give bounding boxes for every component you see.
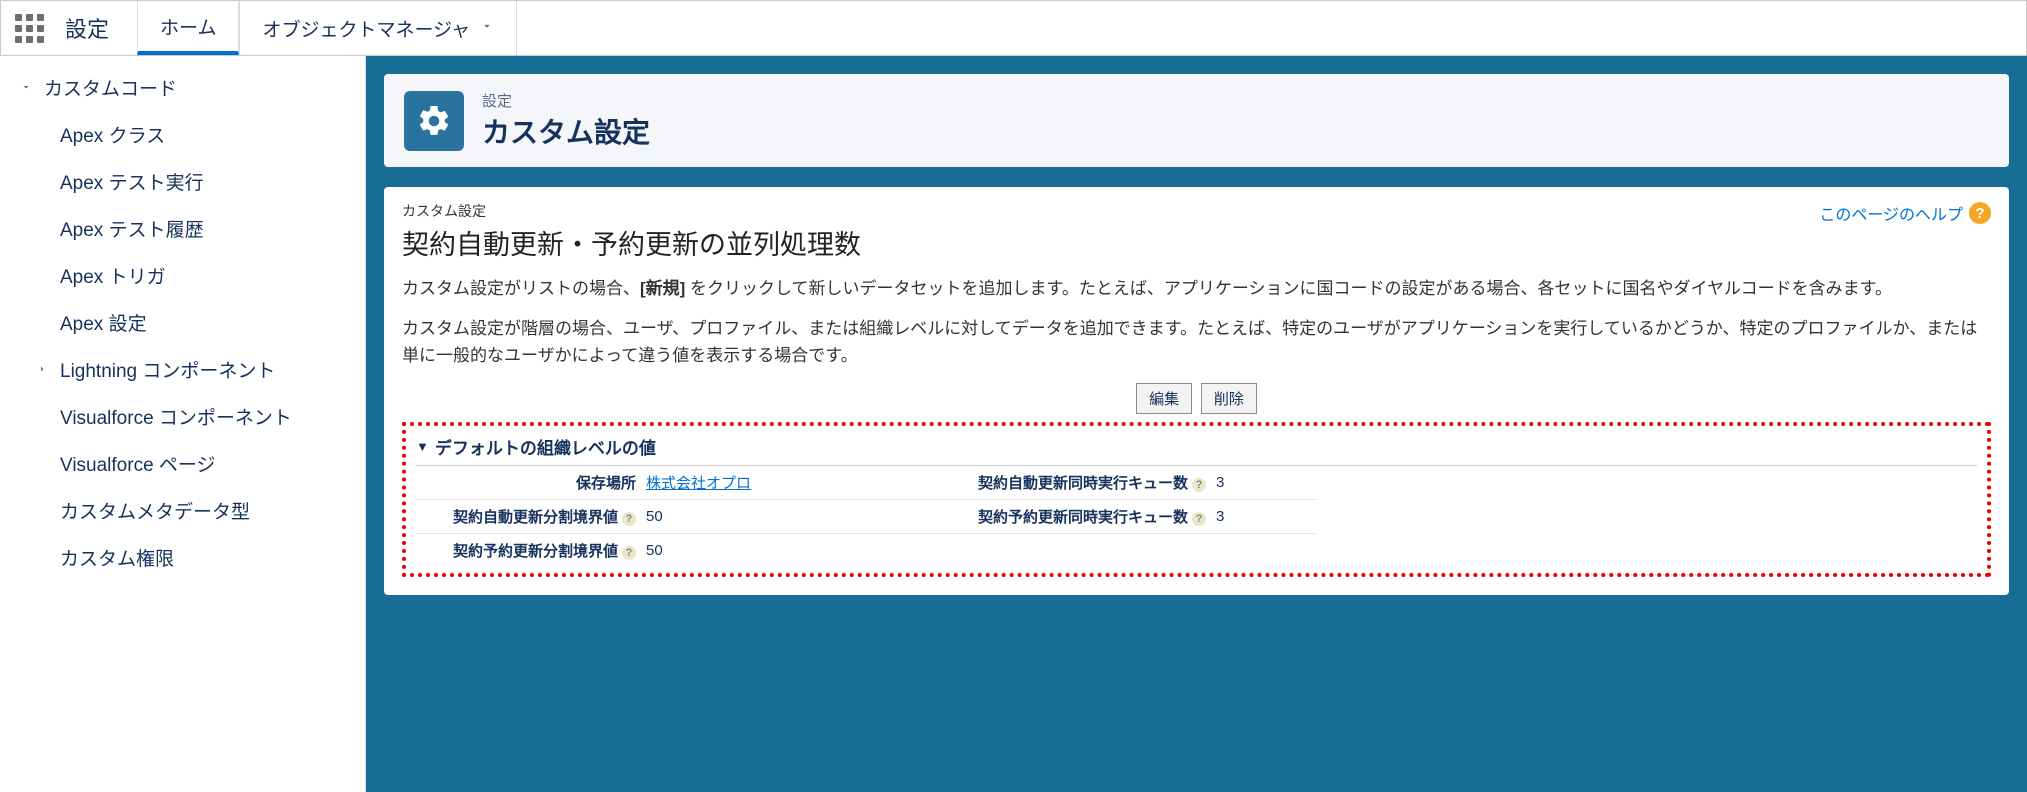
field-value-reserve-queue: 3 [1216,508,1316,525]
sidebar-item[interactable]: Apex クラス [0,111,365,158]
field-value-auto-split: 50 [646,508,926,525]
sidebar-parent-custom-code[interactable]: カスタムコード [0,64,365,111]
topbar-title: 設定 [57,12,137,44]
topbar: 設定 ホーム オブジェクトマネージャ [0,0,2027,56]
header-eyebrow: 設定 [482,90,650,111]
tab-home[interactable]: ホーム [137,1,239,55]
sidebar-item[interactable]: カスタム権限 [0,534,365,581]
field-label-auto-queue: 契約自動更新同時実行キュー数? [926,472,1216,493]
info-icon[interactable]: ? [622,512,636,526]
section-header[interactable]: ▼ デフォルトの組織レベルの値 [416,434,1977,466]
sidebar-item[interactable]: Apex 設定 [0,299,365,346]
sidebar-item[interactable]: Apex テスト履歴 [0,205,365,252]
sidebar-item[interactable]: Visualforce コンポーネント [0,393,365,440]
sidebar-item[interactable]: Apex テスト実行 [0,158,365,205]
field-label-auto-split: 契約自動更新分割境界値? [416,506,646,527]
chevron-down-icon [480,17,494,39]
sidebar: カスタムコード Apex クラスApex テスト実行Apex テスト履歴Apex… [0,56,366,792]
chevron-right-icon [36,362,60,378]
delete-button[interactable]: 削除 [1201,383,1257,414]
button-row: 編集 削除 [402,383,1991,414]
help-icon: ? [1969,202,1991,224]
main-content: 設定 カスタム設定 カスタム設定 契約自動更新・予約更新の並列処理数 このページ… [366,56,2027,792]
field-value-reserve-split: 50 [646,542,926,559]
field-value-auto-queue: 3 [1216,474,1316,491]
sidebar-item[interactable]: Lightning コンポーネント [0,346,365,393]
body-card: カスタム設定 契約自動更新・予約更新の並列処理数 このページのヘルプ ? カスタ… [384,187,2009,595]
description-2: カスタム設定が階層の場合、ユーザ、プロファイル、または組織レベルに対してデータを… [402,316,1991,369]
tab-object-manager[interactable]: オブジェクトマネージャ [239,1,517,55]
field-label-reserve-queue: 契約予約更新同時実行キュー数? [926,506,1216,527]
location-link[interactable]: 株式会社オプロ [646,475,751,492]
field-label-reserve-split: 契約予約更新分割境界値? [416,540,646,561]
triangle-down-icon: ▼ [416,439,429,454]
breadcrumb: カスタム設定 [402,201,861,221]
chevron-down-icon [20,80,44,96]
header-title: カスタム設定 [482,111,650,151]
page-title: 契約自動更新・予約更新の並列処理数 [402,223,861,262]
info-icon[interactable]: ? [622,546,636,560]
info-icon[interactable]: ? [1192,478,1206,492]
page-header-card: 設定 カスタム設定 [384,74,2009,167]
edit-button[interactable]: 編集 [1136,383,1192,414]
app-launcher-icon[interactable] [1,14,57,43]
default-org-level-section: ▼ デフォルトの組織レベルの値 保存場所 株式会社オプロ 契約自動更新同時実行キ… [402,422,1991,577]
gear-icon [404,91,464,151]
sidebar-item[interactable]: カスタムメタデータ型 [0,487,365,534]
sidebar-item[interactable]: Visualforce ページ [0,440,365,487]
info-icon[interactable]: ? [1192,512,1206,526]
sidebar-item[interactable]: Apex トリガ [0,252,365,299]
field-label-location: 保存場所 [416,472,646,493]
help-link[interactable]: このページのヘルプ ? [1819,201,1991,225]
tabs: ホーム オブジェクトマネージャ [137,1,517,55]
description-1: カスタム設定がリストの場合、[新規] をクリックして新しいデータセットを追加しま… [402,276,1991,302]
